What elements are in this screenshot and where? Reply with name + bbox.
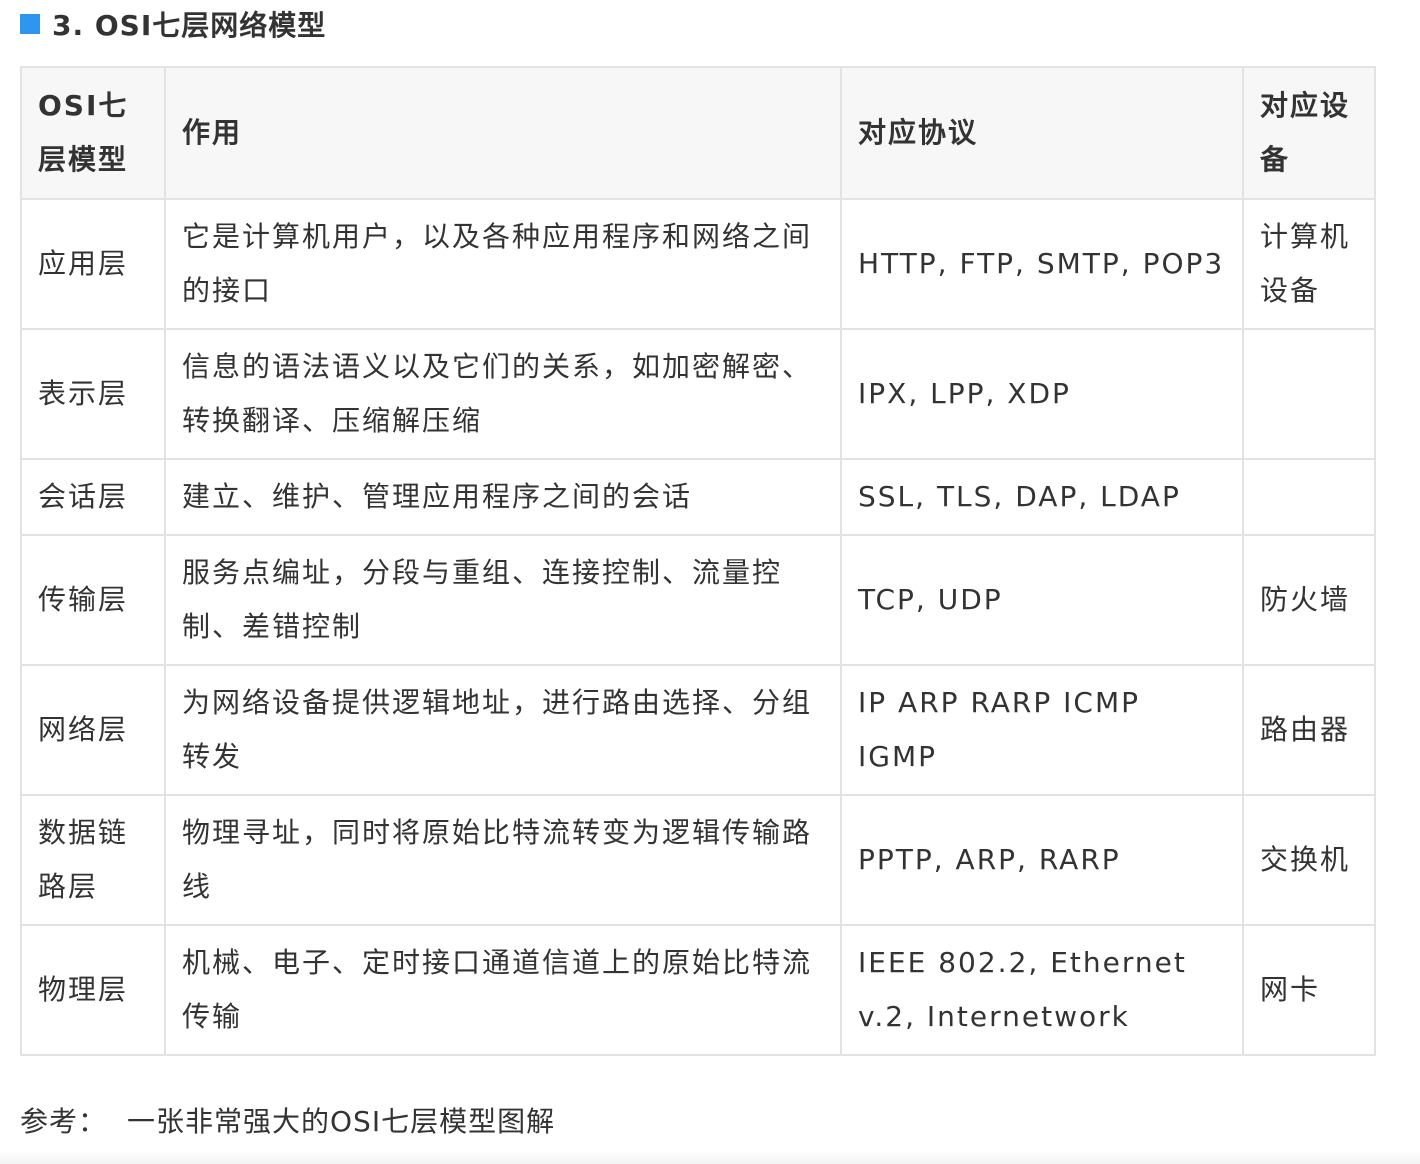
table-row: 会话层 建立、维护、管理应用程序之间的会话 SSL, TLS, DAP, LDA… xyxy=(20,458,1376,536)
cell-protocols: PPTP, ARP, RARP xyxy=(840,794,1244,926)
heading-square-icon xyxy=(20,14,40,34)
header-role: 作用 xyxy=(164,66,842,200)
cell-device xyxy=(1242,458,1376,536)
osi-table: OSI七层模型 作用 对应协议 对应设备 应用层 它是计算机用户，以及各种应用程… xyxy=(20,66,1376,1056)
cell-layer: 表示层 xyxy=(20,328,166,460)
section-heading: 3. OSI七层网络模型 xyxy=(20,4,326,44)
header-layer: OSI七层模型 xyxy=(20,66,166,200)
cell-protocols: TCP, UDP xyxy=(840,534,1244,666)
cell-role: 它是计算机用户，以及各种应用程序和网络之间的接口 xyxy=(164,198,842,330)
reference-label: 参考： xyxy=(20,1105,108,1138)
cell-role: 物理寻址，同时将原始比特流转变为逻辑传输路线 xyxy=(164,794,842,926)
cell-layer: 网络层 xyxy=(20,664,166,796)
header-protocols: 对应协议 xyxy=(840,66,1244,200)
cell-device: 网卡 xyxy=(1242,924,1376,1056)
table-row: 传输层 服务点编址，分段与重组、连接控制、流量控制、差错控制 TCP, UDP … xyxy=(20,534,1376,666)
cell-protocols: IEEE 802.2, Ethernet v.2, Internetwork xyxy=(840,924,1244,1056)
footer-shadow xyxy=(0,1150,1420,1164)
cell-role: 信息的语法语义以及它们的关系，如加密解密、转换翻译、压缩解压缩 xyxy=(164,328,842,460)
cell-layer: 应用层 xyxy=(20,198,166,330)
cell-device: 交换机 xyxy=(1242,794,1376,926)
cell-layer: 数据链路层 xyxy=(20,794,166,926)
cell-role: 服务点编址，分段与重组、连接控制、流量控制、差错控制 xyxy=(164,534,842,666)
cell-device xyxy=(1242,328,1376,460)
cell-protocols: HTTP, FTP, SMTP, POP3 xyxy=(840,198,1244,330)
table-row: 物理层 机械、电子、定时接口通道信道上的原始比特流传输 IEEE 802.2, … xyxy=(20,924,1376,1056)
cell-protocols: IPX, LPP, XDP xyxy=(840,328,1244,460)
header-device: 对应设备 xyxy=(1242,66,1376,200)
cell-layer: 物理层 xyxy=(20,924,166,1056)
section-title: 3. OSI七层网络模型 xyxy=(52,9,327,42)
cell-protocols: SSL, TLS, DAP, LDAP xyxy=(840,458,1244,536)
cell-role: 为网络设备提供逻辑地址，进行路由选择、分组转发 xyxy=(164,664,842,796)
cell-role: 建立、维护、管理应用程序之间的会话 xyxy=(164,458,842,536)
cell-layer: 传输层 xyxy=(20,534,166,666)
cell-protocols: IP ARP RARP ICMP IGMP xyxy=(840,664,1244,796)
table-row: 网络层 为网络设备提供逻辑地址，进行路由选择、分组转发 IP ARP RARP … xyxy=(20,664,1376,796)
cell-device: 防火墙 xyxy=(1242,534,1376,666)
cell-device: 计算机设备 xyxy=(1242,198,1376,330)
table-row: 数据链路层 物理寻址，同时将原始比特流转变为逻辑传输路线 PPTP, ARP, … xyxy=(20,794,1376,926)
table-row: 应用层 它是计算机用户，以及各种应用程序和网络之间的接口 HTTP, FTP, … xyxy=(20,198,1376,330)
table-header-row: OSI七层模型 作用 对应协议 对应设备 xyxy=(20,66,1376,200)
cell-layer: 会话层 xyxy=(20,458,166,536)
reference-link[interactable]: 一张非常强大的OSI七层模型图解 xyxy=(127,1105,555,1138)
reference-line: 参考： 一张非常强大的OSI七层模型图解 xyxy=(20,1100,555,1140)
table-row: 表示层 信息的语法语义以及它们的关系，如加密解密、转换翻译、压缩解压缩 IPX,… xyxy=(20,328,1376,460)
cell-device: 路由器 xyxy=(1242,664,1376,796)
cell-role: 机械、电子、定时接口通道信道上的原始比特流传输 xyxy=(164,924,842,1056)
